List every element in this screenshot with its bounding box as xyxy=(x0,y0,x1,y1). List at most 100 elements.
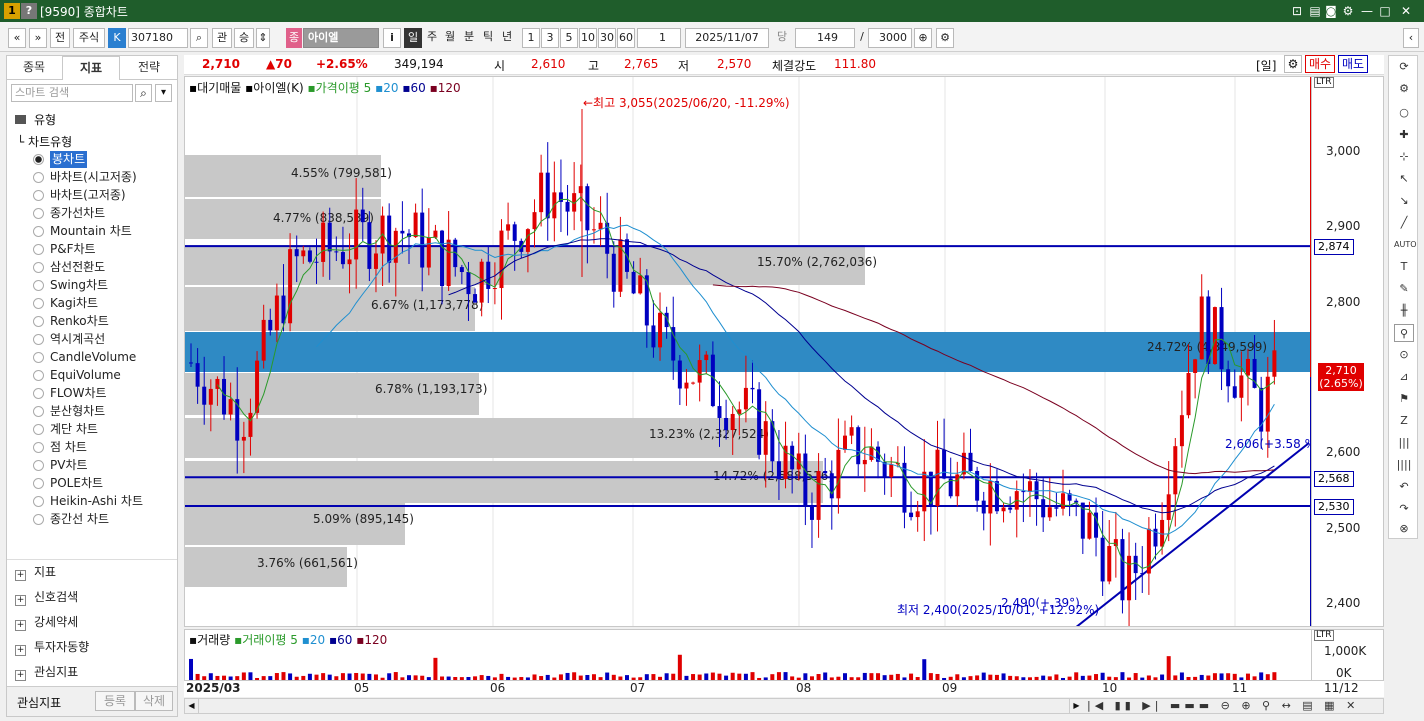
playback-controls[interactable]: |◀ ▮▮ ▶| ▬▬▬ ⊖ ⊕ ⚲ ↔ ▤ ▦ ✕ xyxy=(1087,699,1377,713)
radio-icon[interactable] xyxy=(33,424,44,435)
info-button[interactable]: i xyxy=(383,28,401,48)
folder-item[interactable]: + 신호검색 xyxy=(15,586,78,608)
radio-icon[interactable] xyxy=(33,478,44,489)
line-tool-icon[interactable]: ╱ xyxy=(1394,214,1414,232)
radio-icon[interactable] xyxy=(33,406,44,417)
folder-item[interactable]: + 강세약세 xyxy=(15,611,78,633)
zoom-tool-icon[interactable]: ⚲ xyxy=(1394,324,1414,342)
search-icon[interactable]: ⌕ xyxy=(135,84,152,102)
date-input[interactable]: 2025/11/07 xyxy=(685,28,769,48)
expand-icon[interactable]: + xyxy=(15,595,26,606)
zoom-icon[interactable]: ⊕ xyxy=(914,28,932,48)
chart-scrollbar[interactable]: ◀ ▶ |◀ ▮▮ ▶| ▬▬▬ ⊖ ⊕ ⚲ ↔ ▤ ▦ ✕ xyxy=(184,698,1384,714)
axis-scale-icon[interactable]: LTR xyxy=(1314,77,1334,88)
interval-60[interactable]: 60 xyxy=(617,28,635,48)
measure-tool-icon[interactable]: ⊿ xyxy=(1394,368,1414,386)
folder-item[interactable]: + 투자자동향 xyxy=(15,636,89,658)
maximize-icon[interactable]: □ xyxy=(1376,2,1394,20)
nav-prev-button[interactable]: « xyxy=(8,28,26,48)
period-tick[interactable]: 틱 xyxy=(480,28,496,48)
help-icon[interactable]: ? xyxy=(21,3,37,19)
marker-tool-icon[interactable]: ↖ xyxy=(1394,170,1414,188)
radio-icon[interactable] xyxy=(33,208,44,219)
refresh-icon[interactable]: ⟳ xyxy=(1394,58,1414,76)
interval-5[interactable]: 5 xyxy=(560,28,578,48)
tab-strategy[interactable]: 전략 xyxy=(121,56,177,80)
sell-button[interactable]: 매도 xyxy=(1338,55,1368,73)
magnify-tool-icon[interactable]: ⊙ xyxy=(1394,346,1414,364)
scroll-left-icon[interactable]: ◀ xyxy=(185,699,199,713)
stock-code-input[interactable]: 307180 xyxy=(128,28,188,48)
pencil-tool-icon[interactable]: ✎ xyxy=(1394,280,1414,298)
interval-input[interactable]: 1 xyxy=(637,28,681,48)
bars-tool-icon[interactable]: ||| xyxy=(1394,434,1414,452)
gear-icon[interactable]: ⚙ xyxy=(1394,80,1414,98)
count-input[interactable]: 149 xyxy=(795,28,855,48)
expand-icon[interactable]: + xyxy=(15,620,26,631)
redo-icon[interactable]: ↷ xyxy=(1394,500,1414,518)
folder-item[interactable]: + 관심지표 xyxy=(15,661,78,683)
expand-icon[interactable]: + xyxy=(15,645,26,656)
collapse-icon[interactable]: ‹ xyxy=(1403,28,1419,48)
cross-tool-icon[interactable]: ✚ xyxy=(1394,126,1414,144)
axis-scale-icon[interactable]: LTR xyxy=(1314,630,1334,641)
scroll-right-icon[interactable]: ▶ xyxy=(1069,699,1083,713)
radio-icon[interactable] xyxy=(33,244,44,255)
interval-30[interactable]: 30 xyxy=(598,28,616,48)
columns-tool-icon[interactable]: |||| xyxy=(1394,456,1414,474)
radio-icon[interactable] xyxy=(33,352,44,363)
interval-3[interactable]: 3 xyxy=(541,28,559,48)
tab-stock[interactable]: 종목 xyxy=(7,56,61,80)
expand-icon[interactable]: + xyxy=(15,670,26,681)
text-tool-icon[interactable]: T xyxy=(1394,258,1414,276)
chart-settings-icon[interactable]: ⚙ xyxy=(1284,55,1302,73)
smart-search-input[interactable]: 스마트 검색 xyxy=(11,84,133,102)
period-week[interactable]: 주 xyxy=(424,28,440,48)
auto-tool-icon[interactable]: AUTO xyxy=(1394,236,1417,254)
period-year[interactable]: 년 xyxy=(499,28,515,48)
interval-10[interactable]: 10 xyxy=(579,28,597,48)
gwan-button[interactable]: 관 xyxy=(212,28,232,48)
flag-tool-icon[interactable]: ⚑ xyxy=(1394,390,1414,408)
point-tool-icon[interactable]: ⊹ xyxy=(1394,148,1414,166)
undo-icon[interactable]: ↶ xyxy=(1394,478,1414,496)
register-button[interactable]: 등록 xyxy=(95,691,135,711)
radio-icon[interactable] xyxy=(33,460,44,471)
radio-icon[interactable] xyxy=(33,172,44,183)
market-select[interactable]: 주식 xyxy=(73,28,105,48)
camera-icon[interactable]: ◙ xyxy=(1322,2,1340,20)
k-badge[interactable]: K xyxy=(108,28,126,48)
radio-icon[interactable] xyxy=(33,190,44,201)
radio-icon[interactable] xyxy=(33,280,44,291)
period-day[interactable]: 일 xyxy=(404,28,422,48)
radio-icon[interactable] xyxy=(33,514,44,525)
circle-tool-icon[interactable]: ○ xyxy=(1394,104,1414,122)
stock-name-field[interactable]: 아이엘 xyxy=(303,28,379,48)
radio-icon[interactable] xyxy=(33,388,44,399)
folder-item[interactable]: + 지표 xyxy=(15,561,56,583)
jeon-button[interactable]: 전 xyxy=(50,28,70,48)
search-icon[interactable]: ⌕ xyxy=(190,28,208,48)
radio-icon[interactable] xyxy=(33,496,44,507)
settings-icon[interactable]: ⚙ xyxy=(1339,2,1357,20)
price-chart[interactable]: 4.55% (799,581) 4.77% (838,539) 15.70% (2,… xyxy=(184,76,1312,627)
radio-icon[interactable] xyxy=(33,334,44,345)
period-month[interactable]: 월 xyxy=(442,28,458,48)
volume-chart[interactable]: ▪거래량 ▪거래이평 5 ▪20 ▪60 ▪120 xyxy=(184,629,1312,681)
radio-icon[interactable] xyxy=(33,298,44,309)
radio-icon[interactable] xyxy=(33,442,44,453)
seung-button[interactable]: 승 xyxy=(234,28,254,48)
dropdown-icon[interactable]: ▾ xyxy=(155,84,172,102)
radio-icon[interactable] xyxy=(33,154,44,165)
link-icon[interactable]: ⊡ xyxy=(1288,2,1306,20)
radio-icon[interactable] xyxy=(33,262,44,273)
gear-icon[interactable]: ⚙ xyxy=(936,28,954,48)
interval-1[interactable]: 1 xyxy=(522,28,540,48)
max-count-input[interactable]: 3000 xyxy=(868,28,912,48)
nav-next-button[interactable]: » xyxy=(29,28,47,48)
spin-icon[interactable]: ⇕ xyxy=(256,28,270,48)
expand-icon[interactable]: + xyxy=(15,570,26,581)
period-minute[interactable]: 분 xyxy=(461,28,477,48)
radio-icon[interactable] xyxy=(33,316,44,327)
erase-icon[interactable]: ⊗ xyxy=(1394,520,1414,538)
